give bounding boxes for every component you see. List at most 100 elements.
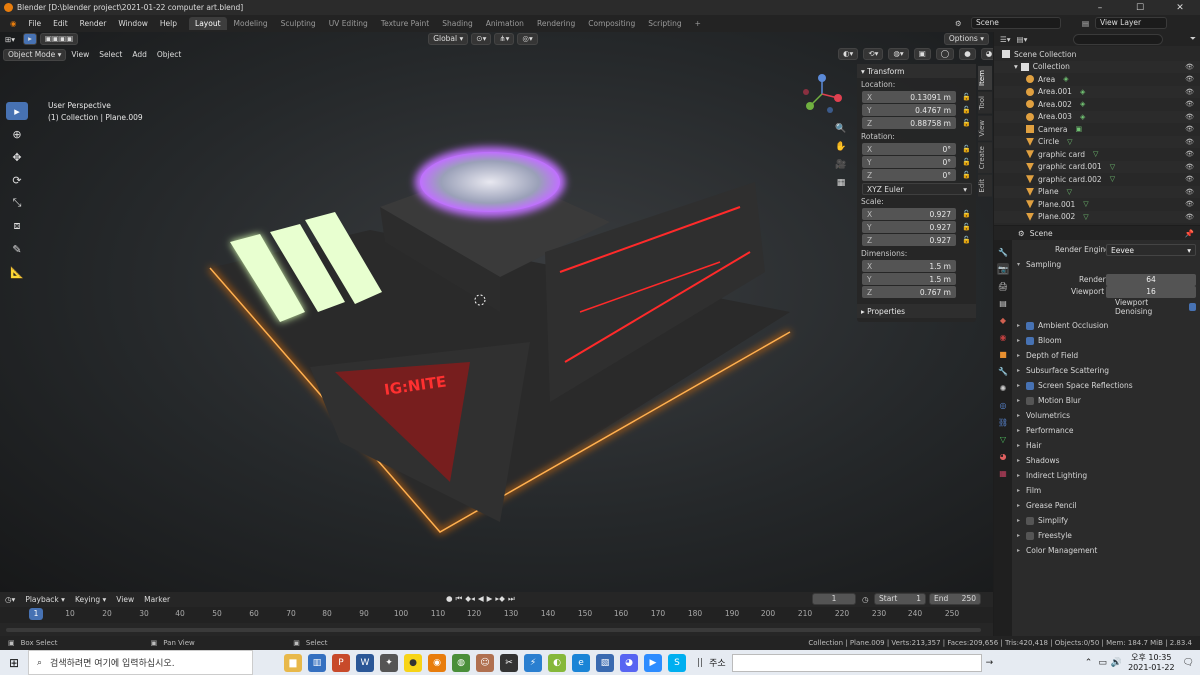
rotation-mode-dropdown[interactable]: XYZ Euler ▾ <box>862 183 972 195</box>
texture-tab-icon[interactable]: ▦ <box>997 467 1009 479</box>
outliner-item[interactable]: Plane.001 ▽ 👁 <box>994 198 1200 211</box>
world-tab-icon[interactable]: ◉ <box>997 331 1009 343</box>
proportional-editing-icon[interactable]: ◎▾ <box>517 33 538 45</box>
tab-shading[interactable]: Shading <box>436 17 478 30</box>
visibility-icon[interactable]: ◐▾ <box>838 48 859 60</box>
panel-motion-blur[interactable]: ▸ Motion Blur <box>1014 393 1200 408</box>
navigation-gizmo[interactable] <box>800 72 845 117</box>
zoom-icon[interactable]: 🔍 <box>834 122 848 136</box>
dimensions-y-field[interactable]: Y 1.5 m <box>862 273 956 285</box>
add-workspace-icon[interactable]: + <box>689 17 707 30</box>
tab-uv-editing[interactable]: UV Editing <box>323 17 374 30</box>
play-icon[interactable]: ▶ <box>487 594 493 604</box>
app-icon[interactable]: ✦ <box>380 653 398 672</box>
output-tab-icon[interactable]: 🖨 <box>997 280 1009 292</box>
panel-bloom[interactable]: ▸ Bloom <box>1014 333 1200 348</box>
tray-icon[interactable]: ▭ <box>1098 658 1107 668</box>
pin-icon[interactable]: 📌 <box>1185 229 1194 238</box>
close-button[interactable]: ✕ <box>1160 0 1200 15</box>
app-icon[interactable]: ▧ <box>596 653 614 672</box>
word-icon[interactable]: W <box>356 653 374 672</box>
options-dropdown[interactable]: Options ▾ <box>943 33 989 45</box>
rotate-tool-icon[interactable]: ⟳ <box>6 171 28 189</box>
kakaotalk-icon[interactable]: ● <box>404 653 422 672</box>
overlay-icon[interactable]: ◍▾ <box>888 48 909 60</box>
editor-type-icon[interactable]: ⊞▾ <box>0 35 20 44</box>
scale-y-field[interactable]: Y 0.927 🔓 <box>862 221 971 233</box>
tab-texture-paint[interactable]: Texture Paint <box>375 17 435 30</box>
windows-start-icon[interactable]: ⊞ <box>0 656 28 670</box>
physics-tab-icon[interactable]: ◎ <box>997 399 1009 411</box>
viewport-denoising-row[interactable]: Viewport Denoising <box>1014 298 1200 316</box>
play-reverse-icon[interactable]: ◀ <box>478 594 484 604</box>
tab-layout[interactable]: Layout <box>189 17 227 30</box>
panel-subsurface-scattering[interactable]: ▸ Subsurface Scattering <box>1014 363 1200 378</box>
material-tab-icon[interactable]: ◕ <box>997 450 1009 462</box>
filter-icon[interactable]: ⏷ <box>1190 34 1196 44</box>
panel-grease-pencil[interactable]: ▸ Grease Pencil <box>1014 498 1200 513</box>
menu-help[interactable]: Help <box>154 19 183 28</box>
scale-z-field[interactable]: Z 0.927 🔓 <box>862 234 971 246</box>
outliner-item[interactable]: Plane ▽ 👁 <box>994 185 1200 198</box>
shading-wireframe-icon[interactable]: ◯ <box>935 48 955 60</box>
xray-icon[interactable]: ▣ <box>913 48 931 60</box>
rotation-z-field[interactable]: Z 0° 🔓 <box>862 169 971 181</box>
scene-selector[interactable]: Scene <box>971 17 1061 29</box>
rotation-y-field[interactable]: Y 0° 🔓 <box>862 156 971 168</box>
outliner-search-input[interactable] <box>1073 33 1164 45</box>
constraints-tab-icon[interactable]: ⛓ <box>997 416 1009 428</box>
panel-screen-space-reflections[interactable]: ▸ Screen Space Reflections <box>1014 378 1200 393</box>
viewport-menu-view[interactable]: View <box>66 50 94 59</box>
panel-freestyle[interactable]: ▸ Freestyle <box>1014 528 1200 543</box>
panel-ambient-occlusion[interactable]: ▸ Ambient Occlusion <box>1014 318 1200 333</box>
location-x-field[interactable]: X 0.13091 m 🔓 <box>862 91 971 103</box>
speaker-icon[interactable]: 🔊 <box>1111 658 1122 668</box>
transform-tool-icon[interactable]: ⧈ <box>6 217 28 235</box>
sidebar-tab-view[interactable]: View <box>978 115 992 141</box>
outliner-item[interactable]: Area ◈ 👁 <box>994 73 1200 86</box>
data-tab-icon[interactable]: ▽ <box>997 433 1009 445</box>
transform-panel-header[interactable]: ▾ Transform <box>857 64 976 78</box>
sidebar-tab-edit[interactable]: Edit <box>978 175 992 197</box>
app-icon[interactable]: ⚡ <box>524 653 542 672</box>
viewport-samples-field[interactable]: 16 <box>1106 285 1196 298</box>
tool-tab-icon[interactable]: 🔧 <box>997 246 1009 258</box>
outliner-item[interactable]: Area.003 ◈ 👁 <box>994 110 1200 123</box>
render-engine-dropdown[interactable]: Eevee ▾ <box>1106 243 1196 256</box>
move-tool-icon[interactable]: ✥ <box>6 148 28 166</box>
view-layer-tab-icon[interactable]: ▤ <box>997 297 1009 309</box>
jump-end-icon[interactable]: ⏭ <box>508 594 515 604</box>
cursor-tool-icon[interactable]: ⊕ <box>6 125 28 143</box>
next-keyframe-icon[interactable]: ▸◆ <box>495 594 505 604</box>
timeline-menu-view[interactable]: View <box>111 595 139 604</box>
jump-start-icon[interactable]: ⏮ <box>456 594 463 604</box>
outliner-item[interactable]: Circle ▽ 👁 <box>994 135 1200 148</box>
annotate-tool-icon[interactable]: ✎ <box>6 240 28 258</box>
object-tab-icon[interactable]: ■ <box>997 348 1009 360</box>
tab-sculpting[interactable]: Sculpting <box>275 17 322 30</box>
viewport-menu-select[interactable]: Select <box>94 50 127 59</box>
outliner-item[interactable]: Plane.002 ▽ 👁 <box>994 210 1200 223</box>
shading-solid-icon[interactable]: ● <box>959 48 976 60</box>
panel-film[interactable]: ▸ Film <box>1014 483 1200 498</box>
notification-icon[interactable]: 🗨 <box>1183 658 1194 668</box>
go-arrow-icon[interactable]: → <box>986 658 994 668</box>
menu-edit[interactable]: Edit <box>47 19 74 28</box>
zoom-app-icon[interactable]: ▶ <box>644 653 662 672</box>
select-box-tool-icon[interactable]: ▸ <box>6 102 28 120</box>
camera-view-icon[interactable]: 🎥 <box>834 158 848 172</box>
modifier-tab-icon[interactable]: 🔧 <box>997 365 1009 377</box>
view-layer-icon[interactable]: ▤ <box>1082 19 1089 28</box>
3d-viewport[interactable]: IG:NITE ⊞▾ ▸ ▣▣▣▣ Global ▾ ⊙▾ ⋔▾ ◎▾ Opti… <box>0 32 993 592</box>
app-icon[interactable]: ▥ <box>308 653 326 672</box>
rotation-x-field[interactable]: X 0° 🔓 <box>862 143 971 155</box>
viewport-menu-object[interactable]: Object <box>152 50 186 59</box>
panel-indirect-lighting[interactable]: ▸ Indirect Lighting <box>1014 468 1200 483</box>
scene-icon[interactable]: ⚙ <box>955 19 962 28</box>
select-mode-icon[interactable]: ▸ <box>23 33 37 45</box>
panel-hair[interactable]: ▸ Hair <box>1014 438 1200 453</box>
minimize-button[interactable]: – <box>1080 0 1120 15</box>
timeline-editor-icon[interactable]: ◷▾ <box>0 595 20 604</box>
tab-scripting[interactable]: Scripting <box>642 17 687 30</box>
tab-rendering[interactable]: Rendering <box>531 17 581 30</box>
